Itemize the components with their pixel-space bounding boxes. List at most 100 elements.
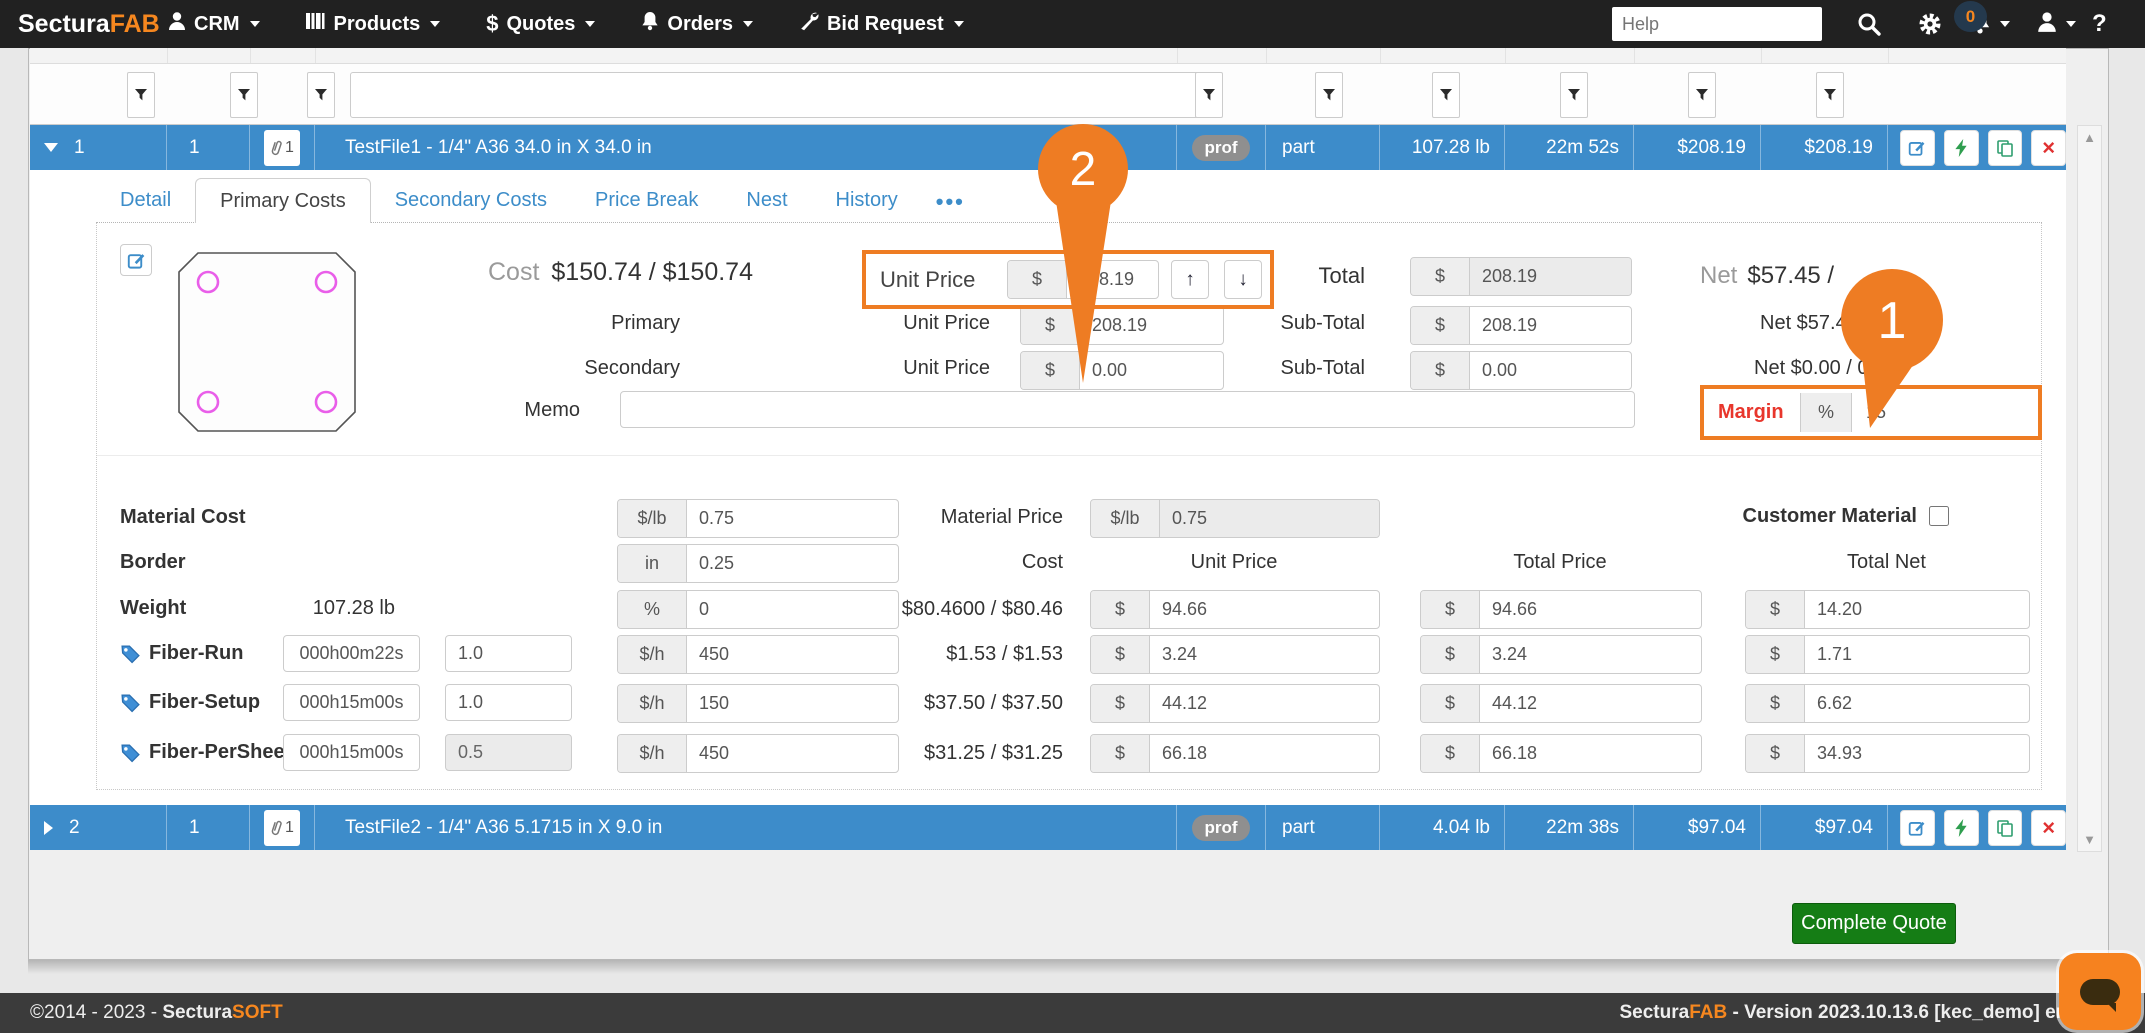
scroll-down-icon[interactable]: ▼ [2083, 828, 2096, 851]
weight-unit-price-input[interactable] [1150, 591, 1379, 628]
attachments-button[interactable]: 1 [264, 130, 300, 166]
copy-button[interactable] [1988, 810, 2023, 846]
edit-button[interactable] [1900, 810, 1935, 846]
edit-part-button[interactable] [120, 244, 152, 276]
copy-icon [1996, 819, 2014, 837]
weight-total-price-input[interactable] [1480, 591, 1701, 628]
material-rate-input[interactable] [687, 500, 898, 537]
fiber-setup-total-net-group: $ [1745, 684, 2030, 723]
tab-secondary-costs[interactable]: Secondary Costs [371, 178, 571, 222]
row-total: $208.19 [1761, 125, 1888, 170]
notification-count-badge: 0 [1954, 1, 1987, 32]
tab-history[interactable]: History [812, 178, 922, 222]
weight-value: 107.28 lb [280, 597, 395, 620]
filter-button[interactable] [230, 72, 258, 118]
filter-button[interactable] [1688, 72, 1716, 118]
menu-orders[interactable]: Orders [641, 11, 753, 37]
fiber-run-unit-price-input[interactable] [1150, 636, 1379, 673]
fiber-run-time-input[interactable] [283, 635, 420, 672]
delete-button[interactable]: × [2031, 810, 2066, 846]
footer: ©2014 - 2023 - SecturaSOFT SecturaFAB - … [0, 993, 2145, 1033]
table-row-2[interactable]: 2 1 1 TestFile2 - 1/4" A36 5.1715 in X 9… [30, 805, 2066, 850]
more-tabs-icon[interactable]: ••• [922, 182, 979, 222]
fiber-setup-unit-price-input[interactable] [1150, 685, 1379, 722]
grid-scrollbar[interactable]: ▲ ▼ [2077, 125, 2102, 852]
copy-button[interactable] [1988, 130, 2023, 166]
row-weight: 107.28 lb [1380, 125, 1505, 170]
unit-price-header: Unit Price [1090, 551, 1378, 574]
fiber-persheet-qty-input [445, 734, 572, 771]
filter-button[interactable] [127, 72, 155, 118]
x-icon: × [2042, 817, 2055, 839]
chat-button[interactable] [2059, 953, 2141, 1030]
fiber-run-total-price-input[interactable] [1480, 636, 1701, 673]
weight-total-net-input[interactable] [1805, 591, 2029, 628]
filter-button[interactable] [1432, 72, 1460, 118]
help-icon[interactable]: ? [2092, 0, 2107, 48]
search-icon[interactable] [1856, 0, 1882, 48]
gear-icon[interactable] [1916, 0, 1944, 48]
help-search-input[interactable] [1612, 7, 1822, 41]
filter-button[interactable] [1315, 72, 1343, 118]
filter-button[interactable] [1816, 72, 1844, 118]
filter-button[interactable] [307, 72, 335, 118]
customer-material-checkbox[interactable] [1929, 506, 1949, 526]
weight-unit-price-group: $ [1090, 590, 1380, 629]
user-menu[interactable] [2036, 0, 2076, 48]
fiber-run-cost: $1.53 / $1.53 [815, 643, 1063, 666]
fiber-persheet-unit-price-input[interactable] [1150, 735, 1379, 772]
pencil-square-icon [1908, 819, 1926, 837]
fiber-persheet-time-input[interactable] [283, 734, 420, 771]
tag-icon [120, 643, 141, 664]
edit-button[interactable] [1900, 130, 1935, 166]
tab-primary-costs[interactable]: Primary Costs [195, 178, 371, 223]
menu-crm[interactable]: CRM [168, 11, 260, 37]
net-summary: Net$57.45 / [1700, 262, 1834, 290]
section-divider [97, 455, 2041, 456]
memo-input[interactable] [620, 391, 1635, 428]
filter-button[interactable] [1560, 72, 1588, 118]
tab-nest[interactable]: Nest [722, 178, 811, 222]
grid-filter-row [30, 64, 2066, 125]
weight-cost: $80.4600 / $80.46 [815, 598, 1063, 621]
expand-row-icon[interactable] [44, 821, 53, 835]
row-unit-price: $97.04 [1634, 805, 1761, 850]
collapse-row-icon[interactable] [44, 143, 58, 152]
menu-quotes[interactable]: $ Quotes [486, 11, 595, 37]
tab-detail[interactable]: Detail [96, 178, 195, 222]
material-cost-label: Material Cost [120, 506, 246, 529]
fiber-setup-total-price-input[interactable] [1480, 685, 1701, 722]
dollar-icon: $ [486, 11, 498, 37]
row-number: 2 [69, 817, 80, 839]
fiber-setup-total-net-input[interactable] [1805, 685, 2029, 722]
fiber-setup-time-input[interactable] [283, 684, 420, 721]
decrease-price-button[interactable]: ↓ [1224, 260, 1262, 299]
complete-quote-button[interactable]: Complete Quote [1792, 903, 1956, 944]
requote-button[interactable] [1944, 810, 1979, 846]
fiber-run-total-net-input[interactable] [1805, 636, 2029, 673]
requote-button[interactable] [1944, 130, 1979, 166]
delete-button[interactable]: × [2031, 130, 2066, 166]
op-label-fiber-run: Fiber-Run [120, 642, 243, 665]
part-name: TestFile2 - 1/4" A36 5.1715 in X 9.0 in [315, 805, 1177, 850]
attachments-button[interactable]: 1 [264, 810, 300, 846]
border-rate-input[interactable] [687, 545, 898, 582]
name-filter-input[interactable] [350, 72, 1202, 118]
fiber-persheet-total-price-input[interactable] [1480, 735, 1701, 772]
fiber-setup-qty-input[interactable] [445, 684, 572, 721]
fiber-persheet-total-net-input[interactable] [1805, 735, 2029, 772]
filter-button[interactable] [1195, 72, 1223, 118]
total-group: $ [1410, 257, 1632, 296]
menu-products[interactable]: Products [306, 12, 441, 36]
tab-price-break[interactable]: Price Break [571, 178, 722, 222]
app-logo[interactable]: SecturaFAB [18, 0, 160, 48]
menu-bid-request[interactable]: Bid Request [799, 11, 964, 37]
increase-price-button[interactable]: ↑ [1171, 260, 1209, 299]
chevron-down-icon [2066, 21, 2076, 27]
unit-price-label: Unit Price [880, 267, 997, 293]
footer-copyright: ©2014 - 2023 - SecturaSOFT [30, 1002, 283, 1024]
scroll-up-icon[interactable]: ▲ [2083, 126, 2096, 149]
margin-label: Margin [1704, 401, 1800, 424]
fiber-run-qty-input[interactable] [445, 635, 572, 672]
callout-1: 1 [1838, 268, 1948, 436]
